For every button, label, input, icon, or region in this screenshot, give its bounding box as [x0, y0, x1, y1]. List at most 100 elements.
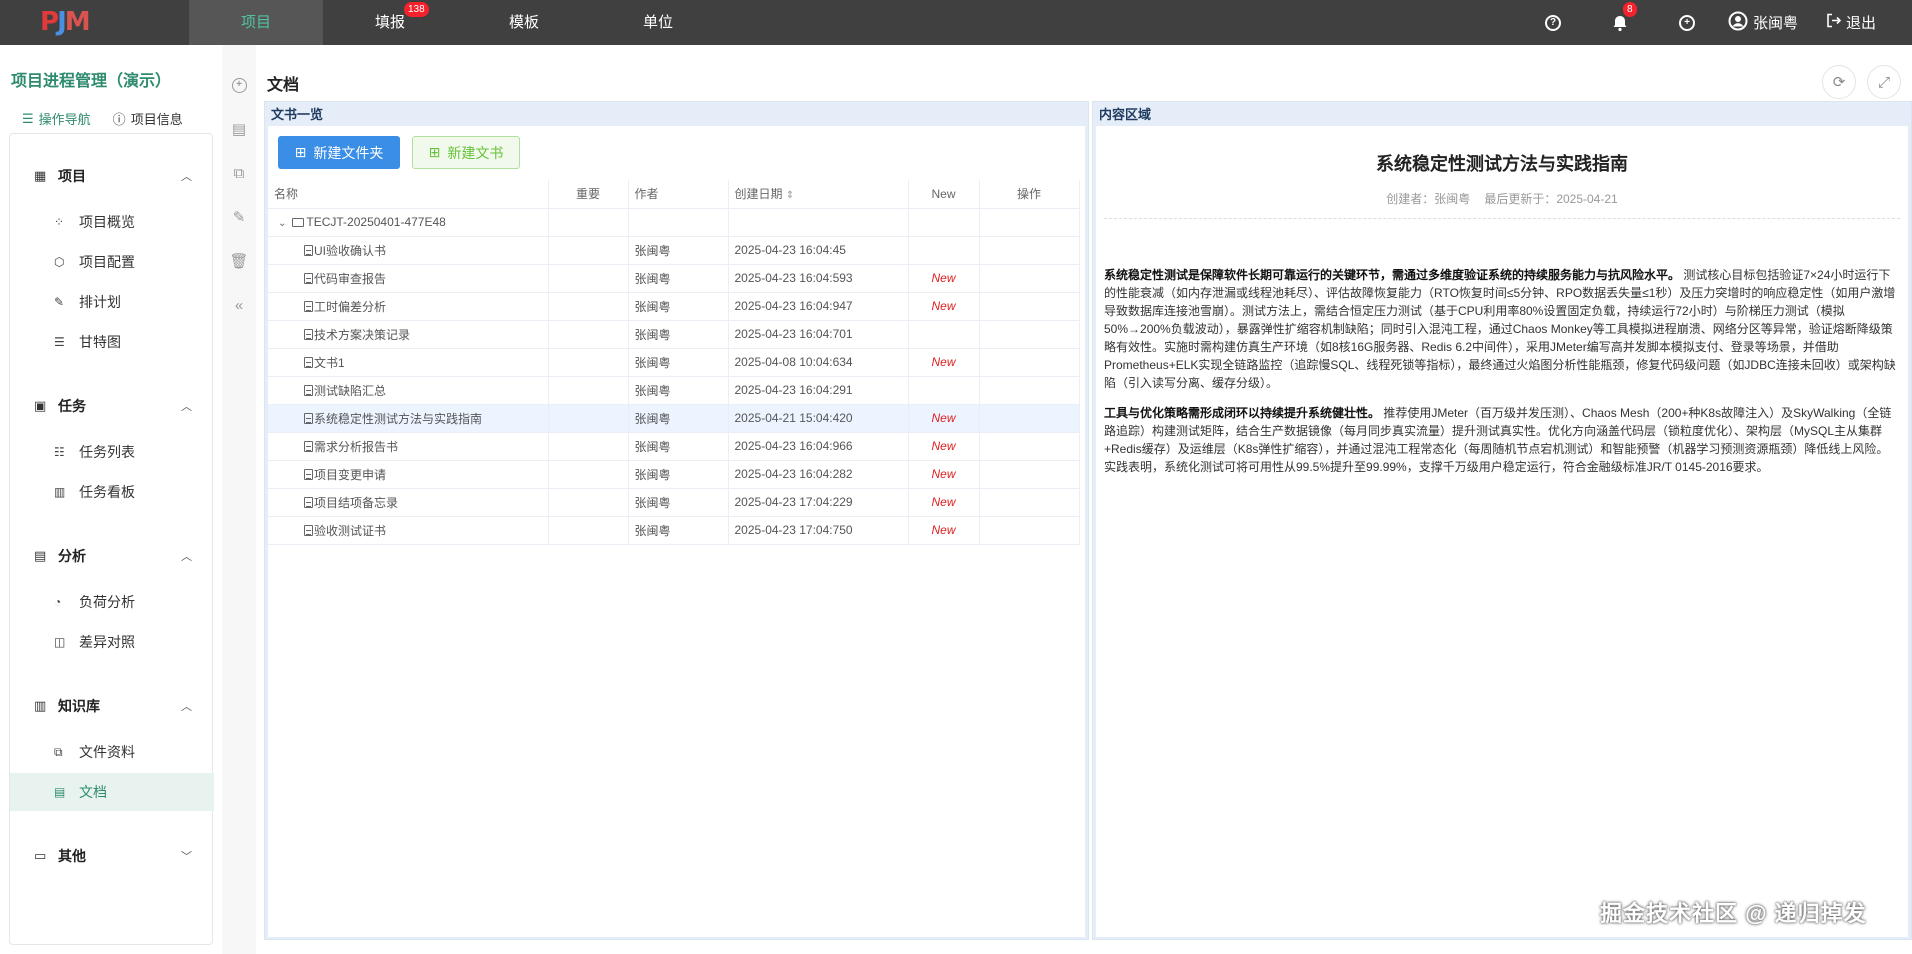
refresh-icon[interactable]: ⟳: [1822, 65, 1856, 99]
table-row[interactable]: 工时偏差分析 张闽粤 2025-04-23 16:04:947 New: [268, 292, 1080, 321]
doc-name: 需求分析报告书: [314, 439, 399, 454]
sidebar-item-file-materials[interactable]: ⧉ 文件资料: [10, 733, 214, 771]
important-cell[interactable]: [548, 236, 629, 265]
menu-group-knowledge[interactable]: ▥ 知识库 ︿: [10, 691, 214, 721]
column-important[interactable]: 重要: [548, 180, 629, 209]
folder-row[interactable]: ⌄ TECJT-20250401-477E48: [268, 208, 1080, 237]
copy-icon[interactable]: ⧉: [229, 163, 249, 183]
important-cell[interactable]: [548, 320, 629, 349]
important-cell[interactable]: [548, 292, 629, 321]
actions-cell[interactable]: [979, 376, 1080, 405]
app-logo[interactable]: PJM: [40, 7, 91, 37]
table-row[interactable]: 文书1 张闽粤 2025-04-08 10:04:634 New: [268, 348, 1080, 377]
column-name[interactable]: 名称: [268, 180, 549, 209]
actions-cell[interactable]: [979, 488, 1080, 517]
doc-name: UI验收确认书: [314, 243, 387, 258]
sidebar-item-project-overview[interactable]: ⁘ 项目概览: [10, 203, 214, 241]
author-cell: 张闽粤: [628, 376, 729, 405]
logout-button[interactable]: 退出: [1826, 0, 1876, 45]
fullscreen-icon[interactable]: ⤢: [1867, 65, 1901, 99]
sidebar-item-project-config[interactable]: ⬡ 项目配置: [10, 243, 214, 281]
actions-cell[interactable]: [979, 236, 1080, 265]
important-cell[interactable]: [548, 348, 629, 377]
table-row[interactable]: UI验收确认书 张闽粤 2025-04-23 16:04:45: [268, 236, 1080, 265]
sidebar-item-label: 甘特图: [79, 334, 121, 350]
column-created-date[interactable]: 创建日期 ⇕: [728, 180, 909, 209]
important-cell[interactable]: [548, 404, 629, 433]
user-menu[interactable]: 张闽粤: [1728, 0, 1798, 45]
sidebar-item-task-board[interactable]: ▥ 任务看板: [10, 473, 214, 511]
actions-cell[interactable]: [979, 460, 1080, 489]
tab-operation-nav[interactable]: ☰ 操作导航: [22, 109, 91, 128]
divider: [1104, 218, 1900, 219]
new-flag-cell: New: [908, 516, 980, 545]
table-row[interactable]: 验收测试证书 张闽粤 2025-04-23 17:04:750 New: [268, 516, 1080, 545]
sidebar-item-load-analysis[interactable]: ◔ 负荷分析: [10, 583, 214, 621]
important-cell[interactable]: [548, 488, 629, 517]
nav-tab-template[interactable]: 模板: [457, 0, 591, 45]
sort-icon[interactable]: ⇕: [786, 190, 794, 201]
menu-group-other[interactable]: ▭ 其他 ﹀: [10, 841, 214, 871]
nav-tab-unit[interactable]: 单位: [591, 0, 725, 45]
table-row[interactable]: 测试缺陷汇总 张闽粤 2025-04-23 16:04:291: [268, 376, 1080, 405]
actions-cell[interactable]: [979, 264, 1080, 293]
table-row[interactable]: 技术方案决策记录 张闽粤 2025-04-23 16:04:701: [268, 320, 1080, 349]
help-icon[interactable]: ?: [1545, 0, 1561, 45]
date-cell: 2025-04-23 16:04:947: [728, 292, 909, 321]
menu-group-analysis[interactable]: ▤ 分析 ︿: [10, 541, 214, 571]
actions-cell[interactable]: [979, 348, 1080, 377]
new-document-button[interactable]: ⊞ 新建文书: [412, 136, 520, 169]
actions-cell[interactable]: [979, 432, 1080, 461]
important-cell[interactable]: [548, 460, 629, 489]
actions-cell[interactable]: [979, 320, 1080, 349]
column-new[interactable]: New: [908, 180, 980, 209]
expand-icon[interactable]: ⌄: [278, 218, 286, 229]
sidebar-item-task-list[interactable]: ☷ 任务列表: [10, 433, 214, 471]
add-circle-icon[interactable]: +: [1679, 0, 1695, 45]
files-icon: ⧉: [54, 744, 63, 759]
important-cell[interactable]: [548, 516, 629, 545]
document-list-panel: 文书一览 ⊞ 新建文件夹 ⊞ 新建文书 名称 重要 作者 创建日期 ⇕ New: [264, 101, 1089, 940]
nav-tab-project[interactable]: 项目: [189, 0, 323, 45]
sidebar-item-label: 任务列表: [79, 444, 135, 460]
important-cell[interactable]: [548, 376, 629, 405]
table-row[interactable]: 代码审查报告 张闽粤 2025-04-23 16:04:593 New: [268, 264, 1080, 293]
new-flag-cell: New: [908, 488, 980, 517]
column-author[interactable]: 作者: [628, 180, 729, 209]
sidebar-item-schedule[interactable]: ✎ 排计划: [10, 283, 214, 321]
new-folder-button[interactable]: ⊞ 新建文件夹: [278, 136, 400, 169]
important-cell[interactable]: [548, 432, 629, 461]
menu-group-tasks[interactable]: ▣ 任务 ︿: [10, 391, 214, 421]
table-row[interactable]: 系统稳定性测试方法与实践指南 张闽粤 2025-04-21 15:04:420 New: [268, 404, 1080, 433]
collapse-icon[interactable]: «: [229, 295, 249, 315]
nav-tab-report[interactable]: 填报: [323, 0, 457, 45]
table-row[interactable]: 项目结项备忘录 张闽粤 2025-04-23 17:04:229 New: [268, 488, 1080, 517]
sidebar-item-label: 任务看板: [79, 484, 135, 500]
tab-project-info-label: 项目信息: [130, 112, 183, 127]
table-row[interactable]: 需求分析报告书 张闽粤 2025-04-23 16:04:966 New: [268, 432, 1080, 461]
paragraph-1-lead: 系统稳定性测试是保障软件长期可靠运行的关键环节，需通过多维度验证系统的持续服务能…: [1104, 268, 1681, 282]
actions-cell[interactable]: [979, 292, 1080, 321]
edit-icon[interactable]: ✎: [229, 207, 249, 227]
delete-icon[interactable]: 🗑: [229, 251, 249, 271]
main-area: 文档 ⟳ ⤢ 文书一览 ⊞ 新建文件夹 ⊞ 新建文书 名称 重要 作者 创建日期…: [256, 45, 1912, 954]
date-cell: 2025-04-23 17:04:229: [728, 488, 909, 517]
sidebar-item-gantt[interactable]: ☰ 甘特图: [10, 323, 214, 361]
menu-group-label: 项目: [58, 168, 86, 184]
actions-cell[interactable]: [979, 516, 1080, 545]
document-add-icon[interactable]: ▤: [229, 119, 249, 139]
actions-cell[interactable]: [979, 404, 1080, 433]
document-icon: [304, 412, 313, 424]
doc-name: 技术方案决策记录: [314, 327, 411, 342]
table-row[interactable]: 项目变更申请 张闽粤 2025-04-23 16:04:282 New: [268, 460, 1080, 489]
add-icon[interactable]: +: [229, 75, 249, 95]
document-icon: [304, 524, 313, 536]
sidebar-item-documents[interactable]: ▤ 文档: [10, 773, 214, 811]
important-cell[interactable]: [548, 264, 629, 293]
sidebar-item-label: 差异对照: [79, 634, 135, 650]
doc-name-cell: 需求分析报告书: [268, 432, 549, 461]
author-cell: 张闽粤: [628, 236, 729, 265]
menu-group-project[interactable]: ▦ 项目 ︿: [10, 161, 214, 191]
tab-project-info[interactable]: ⓘ 项目信息: [113, 109, 183, 128]
sidebar-item-diff-compare[interactable]: ◫ 差异对照: [10, 623, 214, 661]
